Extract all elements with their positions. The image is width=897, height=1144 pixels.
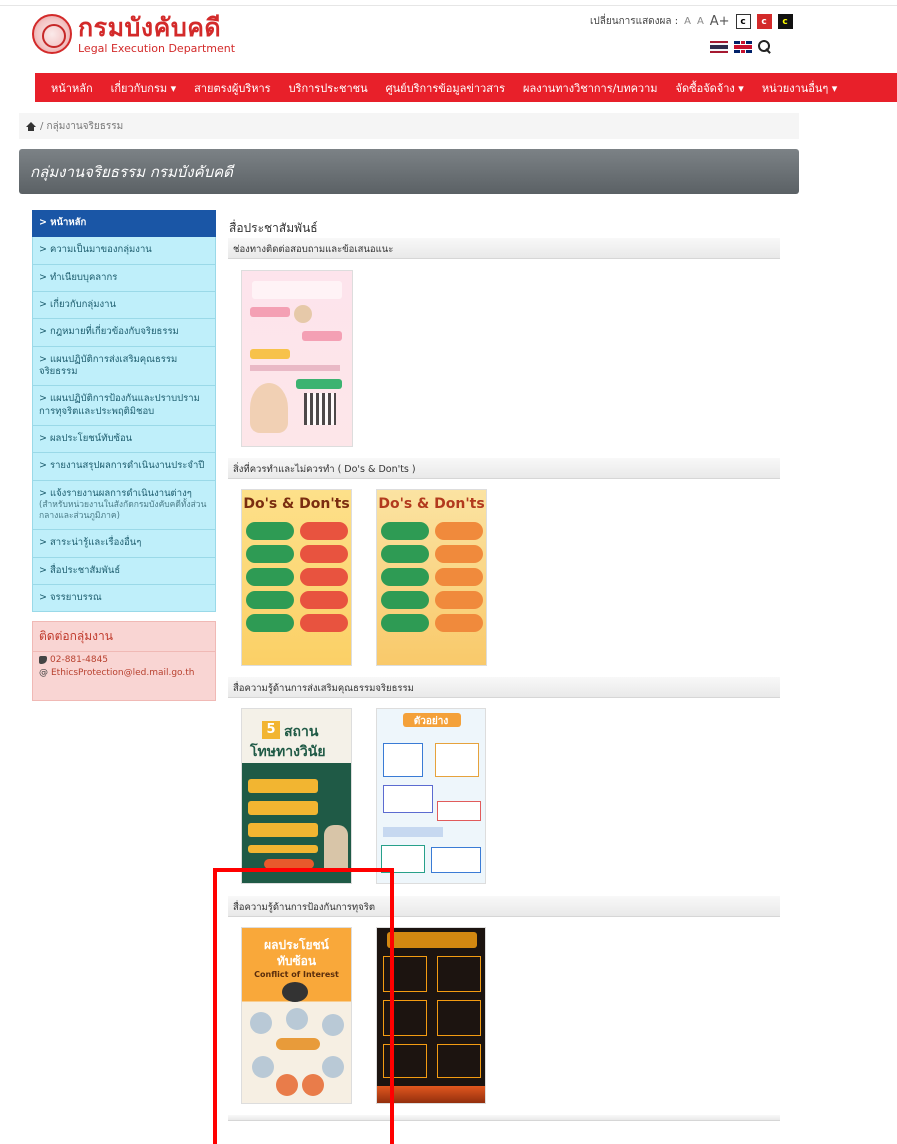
sidebar-item-label: > ความเป็นมาของกลุ่มงาน	[39, 244, 152, 256]
sidebar-item-sublabel: (สำหรับหน่วยงานในสังกัดกรมบังคับคดีทั้งส…	[39, 500, 207, 522]
poster-disciplinary-penalties[interactable]: 5 สถาน โทษทางวินัย	[241, 708, 352, 884]
search-icon[interactable]	[758, 40, 771, 53]
font-large-button[interactable]: A+	[710, 14, 730, 29]
nav-info-center[interactable]: ศูนย์บริการข้อมูลข่าวสาร	[377, 79, 514, 97]
top-divider	[0, 0, 897, 6]
main-heading: สื่อประชาสัมพันธ์	[229, 221, 318, 235]
poster-title: สถาน	[284, 724, 319, 740]
sidebar-item-label: > แผนปฏิบัติการส่งเสริมคุณธรรม จริยธรรม	[39, 353, 178, 378]
contact-title: ติดต่อกลุ่มงาน	[33, 622, 215, 652]
poster-dos-donts-1[interactable]: Do's & Don'ts	[241, 489, 352, 666]
poster-anticorruption-dark[interactable]	[376, 927, 486, 1104]
poster-number: 5	[262, 721, 280, 739]
sidebar-item-label: > แจ้งรายงานผลการดำเนินงานต่างๆ	[39, 487, 192, 499]
section-ethics-knowledge: สื่อความรู้ด้านการส่งเสริมคุณธรรมจริยธรร…	[228, 677, 780, 698]
nav-academic[interactable]: ผลงานทางวิชาการ/บทความ	[514, 79, 667, 97]
contact-email-row: @ EthicsProtection@led.mail.go.th	[33, 665, 215, 678]
nav-procurement[interactable]: จัดซื้อจัดจ้าง ▾	[667, 79, 753, 97]
sidebar-item-label: > สาระน่ารู้และเรื่องอื่นๆ	[39, 537, 142, 549]
font-normal-button[interactable]: A	[697, 16, 704, 27]
poster-example-chart[interactable]: ตัวอย่าง	[376, 708, 486, 884]
sidebar-item-pr-media[interactable]: > สื่อประชาสัมพันธ์	[32, 557, 216, 585]
sidebar-item-label: > สื่อประชาสัมพันธ์	[39, 564, 121, 576]
sidebar-item-anticorruption-plan[interactable]: > แผนปฏิบัติการป้องกันและปราบปรามการทุจร…	[32, 386, 216, 427]
poster-contact-channels[interactable]	[241, 270, 353, 447]
breadcrumb: / กลุ่มงานจริยธรรม	[19, 113, 799, 139]
uk-flag-icon[interactable]	[734, 40, 752, 53]
contact-box: ติดต่อกลุ่มงาน 02-881-4845 @ EthicsProte…	[32, 621, 216, 701]
sidebar-item-staff[interactable]: > ทำเนียบบุคลากร	[32, 264, 216, 293]
sidebar-item-label: > หน้าหลัก	[39, 217, 87, 228]
poster-conflict-of-interest[interactable]: ผลประโยชน์ ทับซ้อน Conflict of Interest	[241, 927, 352, 1104]
contrast-red-button[interactable]: c	[756, 14, 772, 29]
sidebar-item-code-of-conduct[interactable]: > จรรยาบรรณ	[32, 584, 216, 613]
at-icon: @	[39, 668, 48, 678]
poster-subtitle: โทษทางวินัย	[250, 744, 326, 760]
phone-icon	[39, 656, 47, 664]
sidebar-item-home[interactable]: > หน้าหลัก	[32, 210, 216, 238]
nav-about[interactable]: เกี่ยวกับกรม ▾	[102, 79, 186, 97]
nav-executive-line[interactable]: สายตรงผู้บริหาร	[185, 79, 279, 97]
poster-english-title: Conflict of Interest	[254, 970, 339, 979]
sidebar-item-label: > กฎหมายที่เกี่ยวข้องกับจริยธรรม	[39, 326, 179, 338]
sidebar-item-about-group[interactable]: > เกี่ยวกับกลุ่มงาน	[32, 292, 216, 320]
nav-public-services[interactable]: บริการประชาชน	[280, 79, 377, 97]
font-size-label: เปลี่ยนการแสดงผล :	[590, 16, 679, 27]
poster-title: Do's & Don'ts	[243, 496, 350, 512]
section-contact-channels: ช่องทางติดต่อสอบถามและข้อเสนอแนะ	[228, 238, 780, 259]
sidebar-item-label: > ทำเนียบบุคลากร	[39, 271, 118, 283]
logo-english-text: Legal Execution Department	[78, 41, 236, 55]
contact-email[interactable]: EthicsProtection@led.mail.go.th	[51, 668, 195, 678]
section-dos-donts: สิ่งที่ควรทำและไม่ควรทำ ( Do's & Don'ts …	[228, 458, 780, 479]
sidebar-menu: > หน้าหลัก > ความเป็นมาของกลุ่มงาน > ทำเ…	[32, 210, 216, 613]
logo-thai-text: กรมบังคับคดี	[78, 12, 222, 42]
poster-dos-donts-2[interactable]: Do's & Don'ts	[376, 489, 487, 666]
language-switcher	[710, 40, 771, 53]
thai-flag-icon[interactable]	[710, 40, 728, 53]
contrast-normal-button[interactable]: c	[735, 14, 751, 29]
poster-subtitle: ทับซ้อน	[276, 954, 317, 968]
sidebar-item-label: > ผลประโยชน์ทับซ้อน	[39, 433, 133, 445]
main-navigation: หน้าหลัก เกี่ยวกับกรม ▾ สายตรงผู้บริหาร …	[35, 73, 897, 102]
sidebar-item-conflict-of-interest[interactable]: > ผลประโยชน์ทับซ้อน	[32, 426, 216, 454]
page-title: กลุ่มงานจริยธรรม กรมบังคับคดี	[30, 162, 233, 181]
nav-other-agencies[interactable]: หน่วยงานอื่นๆ ▾	[753, 79, 847, 97]
sidebar-item-label: > รายงานสรุปผลการดำเนินงานประจำปี	[39, 460, 205, 472]
page-title-bar: กลุ่มงานจริยธรรม กรมบังคับคดี	[19, 149, 799, 194]
department-seal-icon	[32, 14, 72, 54]
sidebar-item-submit-report[interactable]: > แจ้งรายงานผลการดำเนินงานต่างๆ (สำหรับหน…	[32, 480, 216, 531]
sidebar-item-knowledge[interactable]: > สาระน่ารู้และเรื่องอื่นๆ	[32, 530, 216, 558]
font-small-button[interactable]: A	[684, 16, 691, 27]
sidebar-item-ethics-law[interactable]: > กฎหมายที่เกี่ยวข้องกับจริยธรรม	[32, 319, 216, 347]
contact-phone[interactable]: 02-881-4845	[50, 655, 108, 665]
site-logo[interactable]: กรมบังคับคดี Legal Execution Department	[32, 14, 235, 54]
section-bottom-divider	[228, 1115, 780, 1121]
sidebar-item-annual-report[interactable]: > รายงานสรุปผลการดำเนินงานประจำปี	[32, 453, 216, 481]
poster-title: ตัวอย่าง	[413, 716, 449, 727]
sidebar-item-label: > เกี่ยวกับกลุ่มงาน	[39, 299, 116, 311]
home-icon[interactable]	[26, 121, 36, 131]
section-anticorruption-knowledge: สื่อความรู้ด้านการป้องกันการทุจริต	[228, 896, 780, 917]
nav-home[interactable]: หน้าหลัก	[42, 79, 102, 97]
breadcrumb-current: / กลุ่มงานจริยธรรม	[40, 120, 124, 132]
accessibility-tools: เปลี่ยนการแสดงผล : A A A+ c c c	[590, 14, 793, 29]
contrast-dark-button[interactable]: c	[777, 14, 793, 29]
sidebar-item-ethics-plan[interactable]: > แผนปฏิบัติการส่งเสริมคุณธรรม จริยธรรม	[32, 346, 216, 387]
sidebar-item-label: > แผนปฏิบัติการป้องกันและปราบปรามการทุจร…	[39, 393, 200, 417]
poster-title: Do's & Don'ts	[378, 496, 485, 512]
sidebar-item-history[interactable]: > ความเป็นมาของกลุ่มงาน	[32, 237, 216, 265]
contact-phone-row: 02-881-4845	[33, 652, 215, 665]
sidebar-item-label: > จรรยาบรรณ	[39, 591, 102, 603]
